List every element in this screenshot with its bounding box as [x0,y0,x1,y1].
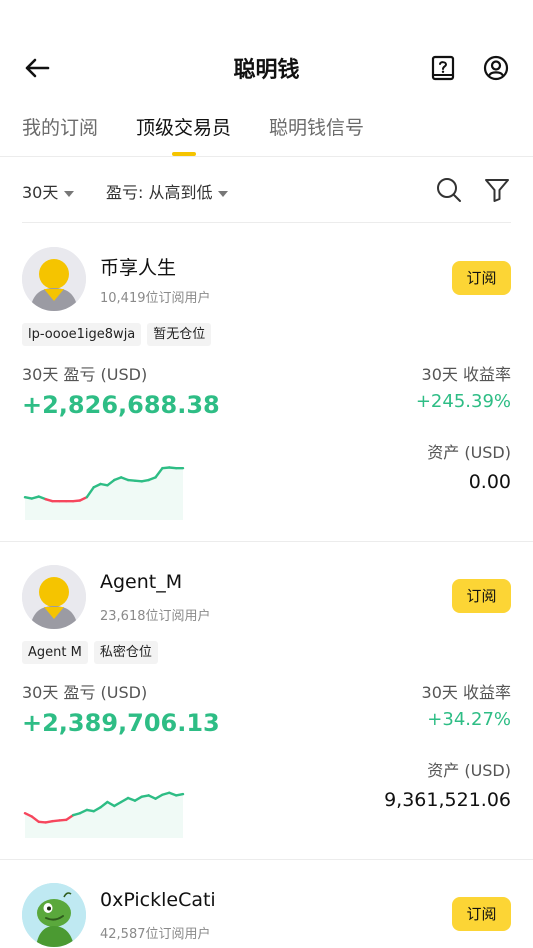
trader-avatar [22,565,86,629]
trader-card[interactable]: 0xPickleCati 42,587位订阅用户 订阅 [0,859,533,948]
trader-tag: lp-oooe1ige8wja [22,323,142,346]
tab-my-subscriptions[interactable]: 我的订阅 [22,112,98,156]
sparkline-area [25,792,183,838]
trader-name: Agent_M [100,571,183,593]
trader-tags: lp-oooe1ige8wja 暂无仓位 [22,323,212,346]
search-icon[interactable] [435,176,463,204]
tab-top-traders[interactable]: 顶级交易员 [136,112,231,156]
tab-smart-money-signals[interactable]: 聪明钱信号 [269,112,364,156]
days-filter-label: 30天 [22,183,59,202]
roi-value: +34.27% [427,709,511,730]
pnl-value: +2,826,688.38 [22,391,220,419]
sort-filter-label: 盈亏: 从高到低 [106,183,213,202]
trader-card[interactable]: Agent_M 23,618位订阅用户 订阅 Agent M 私密仓位 30天 … [0,541,533,859]
assets-value: 9,361,521.06 [384,789,511,811]
subscriber-count: 42,587位订阅用户 [100,927,211,942]
sort-filter-dropdown[interactable]: 盈亏: 从高到低 [106,179,229,203]
position-status-tag: 暂无仓位 [147,323,212,346]
days-filter-dropdown[interactable]: 30天 [22,179,75,203]
assets-label: 资产 (USD) [427,443,511,462]
sparkline-segment [174,792,185,797]
subscribe-button[interactable]: 订阅 [452,897,511,931]
caret-down-icon [218,190,229,197]
caret-down-icon [64,190,75,197]
trader-tag: Agent M [22,641,88,664]
pnl-label: 30天 盈亏 (USD) [22,365,148,384]
assets-label: 资产 (USD) [427,761,511,780]
filter-icon[interactable] [483,176,511,204]
subscribe-button[interactable]: 订阅 [452,579,511,613]
roi-label: 30天 收益率 [421,683,511,702]
roi-label: 30天 收益率 [421,365,511,384]
user-circle-icon[interactable] [483,55,509,81]
subscribe-button[interactable]: 订阅 [452,261,511,295]
subscriber-count: 23,618位订阅用户 [100,609,211,624]
trader-avatar [22,247,86,311]
pnl-sparkline [23,791,185,838]
pnl-value: +2,389,706.13 [22,709,220,737]
pnl-label: 30天 盈亏 (USD) [22,683,148,702]
trader-name: 0xPickleCati [100,889,216,911]
assets-value: 0.00 [468,471,511,493]
trader-tags: Agent M 私密仓位 [22,641,158,664]
help-book-icon[interactable] [430,55,456,81]
tab-bar: 我的订阅 顶级交易员 聪明钱信号 [22,112,364,156]
filter-bar: 30天 盈亏: 从高到低 [22,172,511,208]
sparkline-area [25,467,183,520]
trader-avatar [22,883,86,947]
pnl-sparkline [23,466,185,520]
subscriber-count: 10,419位订阅用户 [100,291,211,306]
trader-name: 币享人生 [100,257,177,279]
tabs-divider [0,156,533,157]
position-status-tag: 私密仓位 [93,641,158,664]
roi-value: +245.39% [415,391,511,412]
trader-card[interactable]: 币享人生 10,419位订阅用户 订阅 lp-oooe1ige8wja 暂无仓位… [0,223,533,541]
